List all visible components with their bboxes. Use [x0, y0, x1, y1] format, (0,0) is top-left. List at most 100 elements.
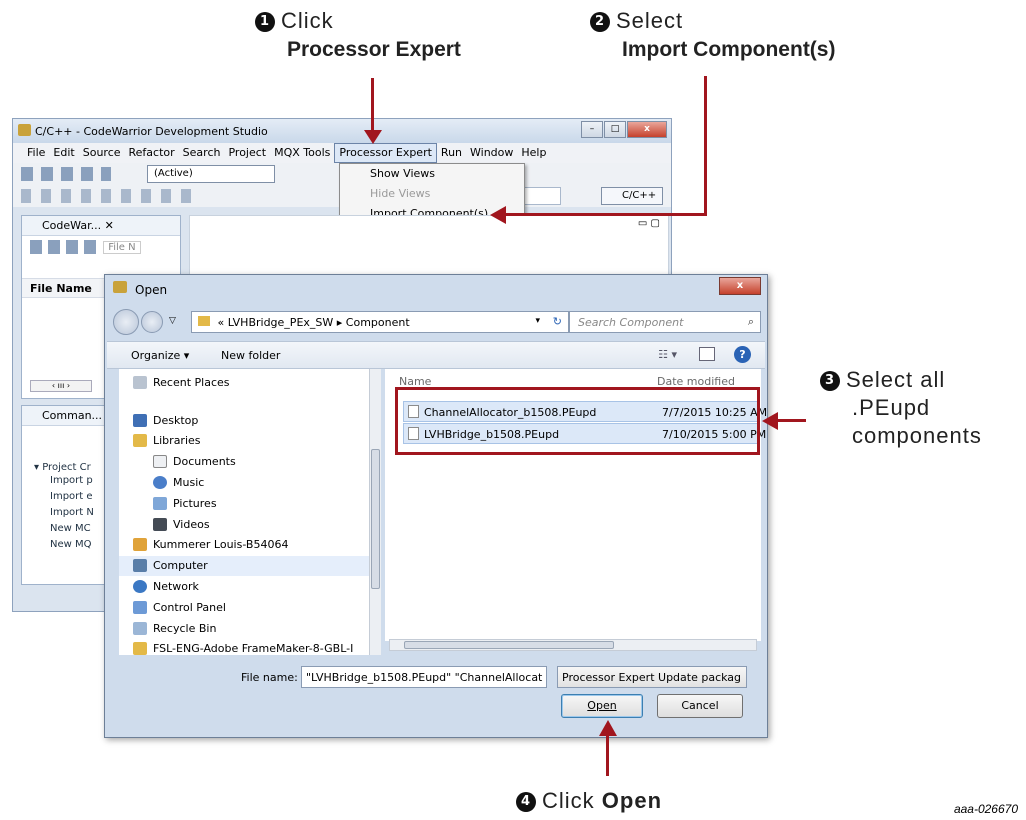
close-button[interactable]: x — [627, 121, 667, 138]
arrow-step4 — [606, 734, 609, 776]
history-dropdown-icon[interactable]: ▽ — [169, 316, 176, 326]
nav-scrollbar[interactable] — [369, 369, 381, 655]
nav-item-network[interactable]: Network — [119, 577, 369, 597]
libraries-icon — [133, 434, 147, 447]
nav-item-framemaker[interactable]: FSL-ENG-Adobe FrameMaker-8-GBL-I — [119, 639, 369, 655]
panel1-toolbar-icons[interactable] — [30, 240, 100, 254]
step1-line2: Processor Expert — [287, 38, 461, 61]
address-bar: ▽ « LVHBridge_PEx_SW ▸ Component ▾ ↻ Sea… — [113, 309, 761, 335]
nav-item-control-panel[interactable]: Control Panel — [119, 598, 369, 618]
search-icon[interactable]: ⌕ — [748, 315, 754, 329]
step2-callout: 2 Select Import Component(s) — [590, 8, 835, 62]
view-options-icon[interactable]: ☷ ▾ — [658, 348, 677, 361]
editor-area: ▭ ▢ — [189, 215, 669, 275]
menu-file[interactable]: File — [23, 143, 49, 163]
forward-button[interactable] — [141, 311, 163, 333]
menu-project[interactable]: Project — [224, 143, 270, 163]
selection-highlight — [395, 387, 760, 455]
arrow-step2-horizontal — [505, 213, 707, 216]
dialog-close-button[interactable]: x — [719, 277, 761, 295]
open-button[interactable]: Open — [561, 694, 643, 718]
dialog-title: Open — [135, 283, 168, 297]
pictures-icon — [153, 497, 167, 510]
search-field[interactable]: Search Component ⌕ — [569, 311, 761, 333]
menu-window[interactable]: Window — [466, 143, 517, 163]
help-icon[interactable]: ? — [734, 346, 751, 363]
search-placeholder: Search Component — [578, 316, 684, 329]
navigation-pane: Recent Places Desktop Libraries Document… — [119, 369, 381, 655]
preview-pane-icon[interactable] — [699, 347, 715, 361]
ide-titlebar: C/C++ - CodeWarrior Development Studio –… — [13, 119, 671, 143]
nav-item-documents[interactable]: Documents — [119, 452, 369, 472]
new-folder-button[interactable]: New folder — [221, 349, 280, 362]
arrow-step4-head — [599, 720, 617, 736]
menu-source[interactable]: Source — [79, 143, 125, 163]
toolbar-icons[interactable] — [21, 167, 111, 181]
step4-bold: Open — [601, 788, 663, 813]
panel1-filter[interactable]: File N — [103, 241, 141, 254]
step2-number: 2 — [590, 12, 610, 32]
filetype-select[interactable]: Processor Expert Update packag — [557, 666, 747, 688]
menu-help[interactable]: Help — [517, 143, 550, 163]
path-segment-component[interactable]: Component — [346, 316, 410, 329]
filename-input[interactable]: "LVHBridge_b1508.PEupd" "ChannelAllocat — [301, 666, 547, 688]
nav-item-desktop[interactable]: Desktop — [119, 411, 369, 431]
perspective-button[interactable]: C/C++ — [601, 187, 663, 205]
control-panel-icon — [133, 601, 147, 614]
organize-button[interactable]: Organize ▾ — [131, 349, 189, 362]
menu-item-hide-views: Hide Views — [370, 187, 431, 200]
network-icon — [133, 580, 147, 593]
framemaker-folder-icon — [133, 642, 147, 655]
address-dropdown-icon[interactable]: ▾ — [535, 316, 540, 326]
cancel-button[interactable]: Cancel — [657, 694, 743, 718]
arrow-step3-head — [762, 412, 778, 430]
step3-line1: Select all — [846, 367, 946, 392]
file-hscrollbar-thumb[interactable] — [404, 641, 614, 649]
arrow-step1-head — [364, 130, 382, 144]
videos-icon — [153, 518, 167, 531]
maximize-button[interactable]: □ — [604, 121, 626, 138]
menu-run[interactable]: Run — [437, 143, 466, 163]
menu-mqx-tools[interactable]: MQX Tools — [270, 143, 334, 163]
step3-line2: .PEupd — [852, 395, 931, 420]
desktop-icon — [133, 414, 147, 427]
path-segment-folder[interactable]: LVHBridge_PEx_SW — [228, 316, 334, 329]
step1-number: 1 — [255, 12, 275, 32]
config-select[interactable]: (Active) — [147, 165, 275, 183]
step4-prefix: Click — [542, 788, 595, 813]
computer-icon — [133, 559, 147, 572]
step1-line1: Click — [281, 8, 334, 33]
panel1-scrollbar[interactable]: ‹ ııı › — [30, 380, 92, 392]
nav-toolbar-icons[interactable] — [21, 189, 191, 203]
menu-refactor[interactable]: Refactor — [125, 143, 179, 163]
nav-scrollbar-thumb[interactable] — [371, 449, 380, 589]
open-dialog-titlebar: Open — [105, 275, 767, 303]
nav-item-videos[interactable]: Videos — [119, 515, 369, 535]
ide-title: C/C++ - CodeWarrior Development Studio — [35, 125, 268, 138]
nav-item-user[interactable]: Kummerer Louis-B54064 — [119, 535, 369, 555]
figure-id: aaa-026670 — [953, 802, 1018, 816]
dialog-app-icon — [113, 281, 127, 293]
nav-item-music[interactable]: Music — [119, 473, 369, 493]
refresh-icon[interactable]: ↻ — [553, 315, 562, 328]
address-field[interactable]: « LVHBridge_PEx_SW ▸ Component ▾ ↻ — [191, 311, 569, 333]
arrow-step3 — [776, 419, 806, 422]
recycle-bin-icon — [133, 622, 147, 635]
file-hscrollbar[interactable] — [389, 639, 757, 651]
menu-edit[interactable]: Edit — [49, 143, 78, 163]
menu-item-show-views[interactable]: Show Views — [340, 164, 524, 184]
panel1-tab[interactable]: CodeWar... ✕ — [22, 216, 180, 236]
back-button[interactable] — [113, 309, 139, 335]
minimize-button[interactable]: – — [581, 121, 603, 138]
editor-view-controls[interactable]: ▭ ▢ — [638, 218, 660, 229]
nav-item-recycle-bin[interactable]: Recycle Bin — [119, 619, 369, 639]
nav-item-libraries[interactable]: Libraries — [119, 431, 369, 451]
menu-search[interactable]: Search — [179, 143, 225, 163]
arrow-step1 — [371, 78, 374, 132]
nav-item-pictures[interactable]: Pictures — [119, 494, 369, 514]
step4-callout: 4 Click Open — [516, 788, 662, 814]
nav-item-computer[interactable]: Computer — [119, 556, 369, 576]
menu-processor-expert[interactable]: Processor Expert — [334, 143, 437, 163]
arrow-step2-vertical — [704, 76, 707, 216]
nav-item-recent-places[interactable]: Recent Places — [119, 373, 369, 393]
